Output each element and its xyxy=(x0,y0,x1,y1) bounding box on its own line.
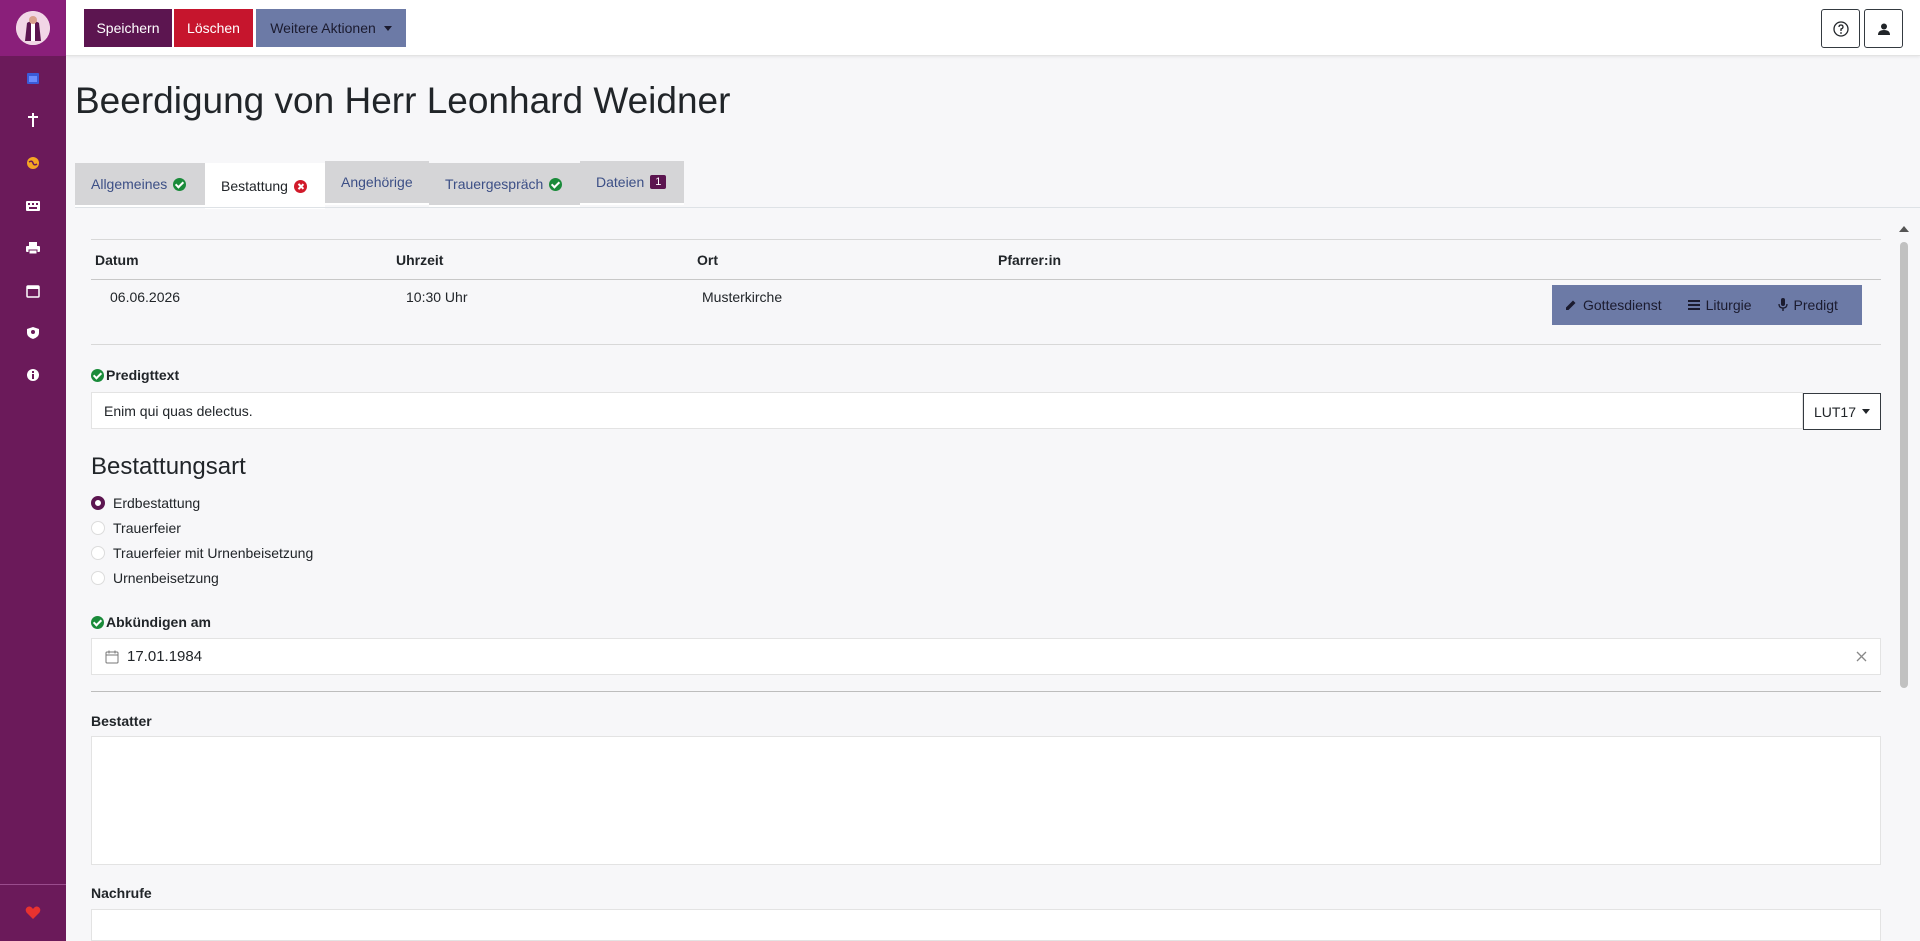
tab-label: Angehörige xyxy=(341,174,413,190)
sermon-text-label-text: Predigttext xyxy=(106,367,180,383)
radio-label: Erdbestattung xyxy=(113,495,201,511)
service-action-group: Gottesdienst Liturgie Predigt xyxy=(1552,285,1862,325)
sermon-text-input[interactable]: Enim qui quas delectus. xyxy=(91,392,1803,429)
worship-button[interactable]: Gottesdienst xyxy=(1552,285,1675,325)
error-circle-icon xyxy=(293,179,307,193)
page-scrollbar[interactable] xyxy=(1897,226,1909,941)
sidebar-divider xyxy=(0,884,66,885)
tab-label: Dateien xyxy=(596,174,645,190)
pencil-icon xyxy=(1566,300,1576,310)
announce-date-input[interactable]: 17.01.1984 xyxy=(91,638,1881,675)
bible-translation-value: LUT17 xyxy=(1813,403,1857,420)
clear-icon[interactable] xyxy=(1856,651,1867,662)
microphone-icon xyxy=(1777,298,1788,311)
radio-trauerfeier[interactable]: Trauerfeier xyxy=(91,520,181,536)
calendar-icon xyxy=(105,650,119,663)
sermon-text-label: Predigttext xyxy=(91,367,179,383)
chevron-down-icon xyxy=(383,25,392,31)
service-location: Musterkirche xyxy=(702,289,783,305)
check-circle-icon xyxy=(91,615,104,629)
radio-button-checked[interactable] xyxy=(91,496,105,510)
sidebar xyxy=(0,0,66,941)
check-circle-icon xyxy=(549,177,563,191)
service-time: 10:30 Uhr xyxy=(406,289,468,305)
calendar-small-icon[interactable] xyxy=(0,279,66,303)
section-divider xyxy=(91,691,1881,692)
sermon-button[interactable]: Predigt xyxy=(1765,285,1851,325)
tab-bestattung[interactable]: Bestattung xyxy=(205,163,325,209)
column-header-pastor: Pfarrer:in xyxy=(998,252,1062,268)
tab-trauergespraech[interactable]: Trauergespräch xyxy=(429,163,580,207)
save-button[interactable]: Speichern xyxy=(84,9,172,47)
liturgy-label: Liturgie xyxy=(1705,297,1752,313)
tab-angehoerige[interactable]: Angehörige xyxy=(325,161,429,205)
announce-date-value: 17.01.1984 xyxy=(127,648,203,665)
radio-urnenbeisetzung[interactable]: Urnenbeisetzung xyxy=(91,570,219,586)
tab-divider xyxy=(75,207,1920,208)
table-header-border xyxy=(91,279,1881,280)
tab-allgemeines[interactable]: Allgemeines xyxy=(75,163,205,207)
worship-label: Gottesdienst xyxy=(1583,297,1662,313)
column-header-location: Ort xyxy=(697,252,718,268)
list-icon xyxy=(1687,300,1700,310)
question-circle-icon xyxy=(1832,20,1849,37)
announce-label-text: Abkündigen am xyxy=(106,614,212,630)
obituaries-textarea[interactable] xyxy=(91,909,1881,941)
cross-icon[interactable] xyxy=(0,108,66,132)
check-circle-icon xyxy=(173,177,187,191)
user-icon xyxy=(1877,23,1890,35)
logo-area xyxy=(0,0,66,56)
radio-button[interactable] xyxy=(91,546,105,560)
keyboard-icon[interactable] xyxy=(0,194,66,218)
radio-label: Urnenbeisetzung xyxy=(113,570,219,586)
announce-label: Abkündigen am xyxy=(91,614,211,630)
tab-dateien[interactable]: Dateien 1 xyxy=(580,161,684,205)
radio-label: Trauerfeier xyxy=(113,520,181,536)
liturgy-button[interactable]: Liturgie xyxy=(1675,285,1765,325)
chevron-down-icon xyxy=(1862,409,1871,414)
radio-trauerfeier-urne[interactable]: Trauerfeier mit Urnenbeisetzung xyxy=(91,545,313,561)
info-icon[interactable] xyxy=(0,363,66,387)
radio-button[interactable] xyxy=(91,571,105,585)
globe-icon[interactable] xyxy=(0,151,66,175)
check-circle-icon xyxy=(91,368,104,382)
app-logo[interactable] xyxy=(16,11,50,45)
tab-label: Bestattung xyxy=(221,178,288,194)
table-top-border xyxy=(91,239,1881,240)
tab-label: Allgemeines xyxy=(91,176,168,192)
more-actions-dropdown[interactable]: Weitere Aktionen xyxy=(256,9,406,47)
heart-icon[interactable] xyxy=(0,901,66,925)
scroll-thumb[interactable] xyxy=(1900,242,1908,688)
calendar-icon[interactable] xyxy=(0,66,66,90)
radio-label: Trauerfeier mit Urnenbeisetzung xyxy=(113,545,314,561)
user-button[interactable] xyxy=(1864,9,1903,48)
more-actions-label: Weitere Aktionen xyxy=(270,20,376,36)
radio-erdbestattung[interactable]: Erdbestattung xyxy=(91,495,200,511)
sermon-label: Predigt xyxy=(1793,297,1838,313)
burial-type-heading: Bestattungsart xyxy=(91,453,246,480)
undertaker-label: Bestatter xyxy=(91,713,152,729)
tab-label: Trauergespräch xyxy=(445,176,544,192)
column-header-date: Datum xyxy=(95,252,139,268)
user-shield-icon[interactable] xyxy=(0,321,66,345)
bible-translation-dropdown[interactable]: LUT17 xyxy=(1803,393,1881,430)
undertaker-textarea[interactable] xyxy=(91,736,1881,865)
obituaries-label: Nachrufe xyxy=(91,885,152,901)
sermon-text-value: Enim qui quas delectus. xyxy=(104,402,253,419)
printer-icon[interactable] xyxy=(0,236,66,260)
top-toolbar: Speichern Löschen Weitere Aktionen xyxy=(66,0,1920,56)
page-title: Beerdigung von Herr Leonhard Weidner xyxy=(75,80,731,121)
column-header-time: Uhrzeit xyxy=(396,252,444,268)
count-badge: 1 xyxy=(650,175,667,189)
scroll-up-icon[interactable] xyxy=(1899,226,1909,232)
delete-button[interactable]: Löschen xyxy=(174,9,253,47)
table-bottom-border xyxy=(91,344,1881,345)
help-button[interactable] xyxy=(1821,9,1860,48)
radio-button[interactable] xyxy=(91,521,105,535)
service-date: 06.06.2026 xyxy=(110,289,181,305)
